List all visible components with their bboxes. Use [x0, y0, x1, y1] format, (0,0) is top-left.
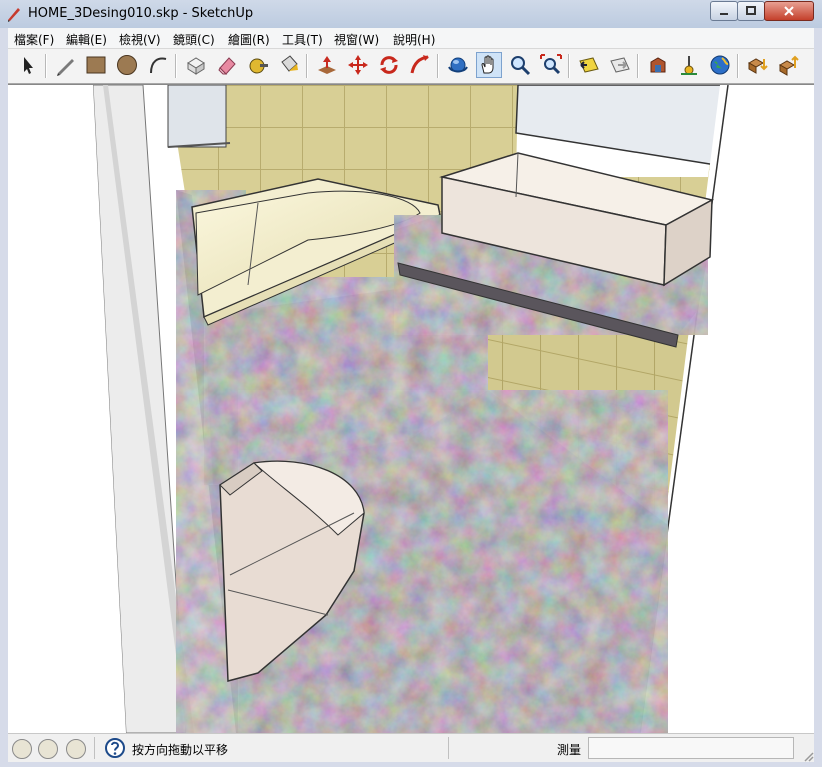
zoom-extents-icon[interactable] [539, 53, 563, 77]
pan-hand-icon [481, 55, 494, 74]
tape-measure-icon[interactable] [246, 53, 270, 77]
help-icon[interactable] [105, 738, 125, 758]
status-bar: 按方向拖動以平移 測量 [8, 733, 814, 762]
follow-me-icon[interactable] [408, 53, 432, 77]
toolbar-separator [175, 54, 177, 78]
circle-icon[interactable] [115, 53, 139, 77]
minimize-button[interactable] [710, 1, 738, 21]
geo-location-icon[interactable] [12, 739, 32, 759]
arc-icon[interactable] [146, 53, 170, 77]
toolbar-separator [45, 54, 47, 78]
close-icon [784, 6, 794, 16]
maximize-icon [746, 6, 756, 15]
rotate-icon[interactable] [377, 53, 401, 77]
menu-view[interactable]: 檢視(V) [119, 31, 161, 48]
rectangle-icon[interactable] [84, 53, 108, 77]
toolbar-separator [568, 54, 570, 78]
menu-camera[interactable]: 鏡頭(C) [173, 31, 215, 48]
measurements-label: 測量 [557, 743, 582, 757]
bathroom-3d-scene [8, 85, 814, 733]
toolbar-separator [306, 54, 308, 78]
window-title: HOME_3Desing010.skp - SketchUp [28, 6, 254, 21]
menu-file[interactable]: 檔案(F) [14, 31, 54, 48]
paint-bucket-icon[interactable] [277, 53, 301, 77]
get-models-icon[interactable] [746, 53, 770, 77]
3d-warehouse-icon[interactable] [646, 53, 670, 77]
menu-help[interactable]: 說明(H) [393, 31, 435, 48]
status-separator [448, 737, 449, 759]
push-pull-icon[interactable] [315, 53, 339, 77]
toolbar-separator [637, 54, 639, 78]
move-icon[interactable] [346, 53, 370, 77]
menu-bar: 檔案(F) 編輯(E) 檢視(V) 鏡頭(C) 繪圖(R) 工具(T) 視窗(W… [8, 28, 814, 49]
credits-icon[interactable] [38, 739, 58, 759]
google-earth-icon[interactable] [708, 53, 732, 77]
title-bar: HOME_3Desing010.skp - SketchUp [0, 0, 822, 28]
small-window [167, 85, 227, 148]
pan-tool-button[interactable] [476, 52, 502, 78]
make-component-icon[interactable] [184, 53, 208, 77]
minimize-icon [720, 13, 728, 15]
license-icon[interactable] [66, 739, 86, 759]
menu-draw[interactable]: 繪圖(R) [228, 31, 270, 48]
resize-grip-icon[interactable] [802, 750, 814, 762]
zoom-icon[interactable] [508, 53, 532, 77]
menu-tools[interactable]: 工具(T) [282, 31, 323, 48]
toolbar-separator [437, 54, 439, 78]
previous-view-icon[interactable] [577, 53, 601, 77]
menu-window[interactable]: 視窗(W) [334, 31, 379, 48]
sketchup-app-icon [8, 8, 20, 22]
select-arrow-icon[interactable] [16, 53, 40, 77]
maximize-button[interactable] [737, 1, 765, 21]
3d-viewport[interactable] [8, 84, 814, 733]
status-hint: 按方向拖動以平移 [132, 743, 229, 757]
sketchup-window: HOME_3Desing010.skp - SketchUp 檔案(F) 編輯(… [0, 0, 822, 767]
pencil-line-icon[interactable] [54, 53, 78, 77]
orbit-icon[interactable] [446, 53, 470, 77]
main-toolbar [8, 49, 814, 84]
measurements-input[interactable] [588, 737, 794, 759]
status-separator [94, 737, 95, 759]
eraser-icon[interactable] [215, 53, 239, 77]
close-button[interactable] [764, 1, 814, 21]
next-view-icon[interactable] [608, 53, 632, 77]
share-model-icon[interactable] [777, 53, 801, 77]
menu-edit[interactable]: 編輯(E) [66, 31, 107, 48]
place-model-icon[interactable] [677, 53, 701, 77]
toolbar-separator [737, 54, 739, 78]
